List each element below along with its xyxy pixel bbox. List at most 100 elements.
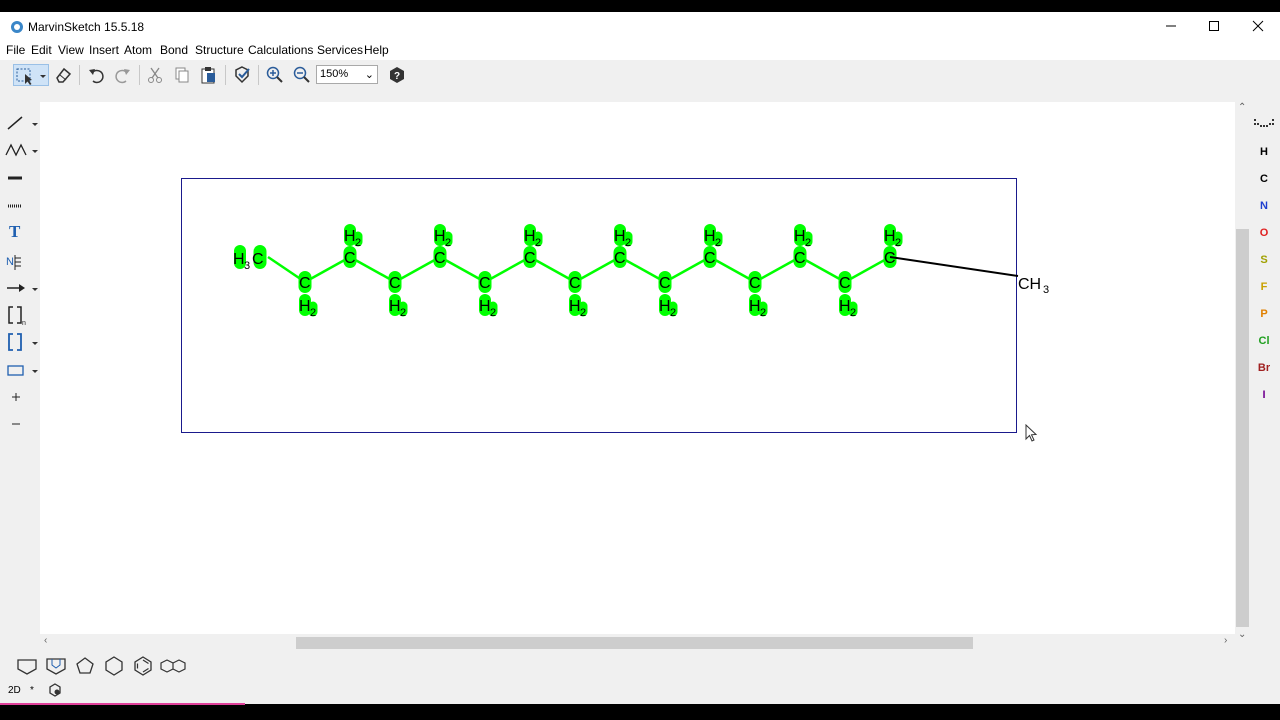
chevron-down-icon: ⌄ <box>364 69 374 81</box>
scroll-left-icon[interactable]: ‹ <box>44 635 47 646</box>
help-icon: ? <box>390 67 404 83</box>
sgroup-bracket-tool[interactable]: n <box>4 304 36 326</box>
redo-icon <box>115 69 130 84</box>
hydrogen-symbol: H <box>434 228 446 245</box>
arrow-tool[interactable] <box>4 277 38 299</box>
scroll-up-icon[interactable]: ⌃ <box>1238 102 1246 113</box>
molecule-drawing: H 3 CCH 2CH 2CH 2CH 2CH 2CH 2CH 2CH 2CH 2CH 2CH 2CH 2C… <box>181 178 1049 433</box>
status-modified-mark: * <box>30 685 34 696</box>
hydrogen-symbol: H <box>569 298 581 315</box>
menu-insert[interactable]: Insert <box>89 43 119 57</box>
eraser-button[interactable] <box>52 64 74 86</box>
maximize-button[interactable] <box>1192 12 1236 41</box>
template-naphthalene[interactable] <box>160 655 186 677</box>
menu-atom[interactable]: Atom <box>124 43 152 57</box>
maximize-icon <box>1209 21 1219 31</box>
element-p-button[interactable]: P <box>1250 308 1278 320</box>
hydrogen-count: 2 <box>760 307 766 319</box>
hydrogen-symbol: H <box>524 228 536 245</box>
marvin-icon <box>11 21 23 33</box>
hydrogen-count: 2 <box>355 237 361 249</box>
chain-tool[interactable] <box>4 139 38 161</box>
atom-label-tool[interactable]: N <box>4 250 36 272</box>
menu-help[interactable]: Help <box>364 43 389 57</box>
element-f-button[interactable]: F <box>1250 281 1278 293</box>
element-br-button[interactable]: Br <box>1250 362 1278 374</box>
horizontal-scroll-thumb[interactable] <box>296 637 973 649</box>
text-tool[interactable]: T <box>4 222 36 244</box>
hydrogen-count: 2 <box>805 237 811 249</box>
scroll-down-icon[interactable]: ⌄ <box>1238 629 1246 640</box>
minus-tool[interactable] <box>4 413 36 435</box>
cut-icon <box>148 67 162 83</box>
clean-button[interactable] <box>231 64 253 86</box>
hydrogen-symbol: H <box>614 228 626 245</box>
bracket-icon <box>8 333 38 351</box>
element-h-button[interactable]: H <box>1250 146 1278 158</box>
paste-button[interactable] <box>198 64 220 86</box>
atom-symbol: H <box>233 251 245 268</box>
template-cyclobutane[interactable] <box>44 655 68 677</box>
horizontal-scrollbar[interactable]: ‹ › <box>40 634 1235 650</box>
rectangle-icon <box>7 365 38 376</box>
minimize-icon <box>1166 25 1176 27</box>
zoom-out-icon <box>293 66 310 83</box>
bracket-tool[interactable] <box>4 331 38 353</box>
zoom-select[interactable]: 150% ⌄ <box>316 65 378 84</box>
atom-subscript: 3 <box>1043 284 1049 296</box>
plus-tool[interactable] <box>4 386 36 408</box>
template-cyclopropane[interactable] <box>15 655 39 677</box>
menu-bond[interactable]: Bond <box>160 43 188 57</box>
menu-calculations[interactable]: Calculations <box>248 43 313 57</box>
menu-view[interactable]: View <box>58 43 84 57</box>
template-cyclohexane[interactable] <box>102 655 126 677</box>
hydrogen-count: 2 <box>580 307 586 319</box>
atom-symbol: C <box>614 250 626 267</box>
element-cl-button[interactable]: Cl <box>1250 335 1278 347</box>
rectangle-tool[interactable] <box>4 359 38 381</box>
element-o-button[interactable]: O <box>1250 227 1278 239</box>
vertical-scrollbar[interactable]: ⌃ ⌄ <box>1235 102 1250 645</box>
menu-services[interactable]: Services <box>317 43 363 57</box>
template-benzene[interactable] <box>131 655 155 677</box>
atom-ch3[interactable]: CH 3 <box>1018 276 1049 296</box>
atom-symbol: C <box>794 250 806 267</box>
atom-symbol: C <box>704 250 716 267</box>
atom-label-icon: N <box>6 255 21 270</box>
element-i-button[interactable]: I <box>1250 389 1278 401</box>
menu-file[interactable]: File <box>6 43 25 57</box>
zoom-in-button[interactable] <box>264 64 286 86</box>
minimize-button[interactable] <box>1149 12 1193 41</box>
element-s-button[interactable]: S <box>1250 254 1278 266</box>
vertical-scroll-thumb[interactable] <box>1236 229 1249 627</box>
element-n-button[interactable]: N <box>1250 200 1278 212</box>
select-button[interactable] <box>13 64 49 86</box>
dashed-bond-tool[interactable] <box>4 193 36 215</box>
help-button[interactable]: ? <box>386 64 408 86</box>
single-bond-tool[interactable] <box>4 112 38 134</box>
bond[interactable] <box>889 256 1019 277</box>
menu-structure[interactable]: Structure <box>195 43 244 57</box>
select-icon <box>16 68 46 85</box>
template-cyclopentane[interactable] <box>73 655 97 677</box>
svg-text:N: N <box>6 256 14 268</box>
scroll-right-icon[interactable]: › <box>1224 635 1227 646</box>
hydrogen-count: 2 <box>850 307 856 319</box>
left-toolbar: T N n <box>0 102 40 647</box>
hydrogen-count: 2 <box>535 237 541 249</box>
element-c-button[interactable]: C <box>1250 173 1278 185</box>
drawing-canvas[interactable]: H3CCH2CH2CH2CH2CH2CH2CH2CH2CH2CH2CH2CH2C… <box>40 102 1235 645</box>
copy-button[interactable] <box>171 64 193 86</box>
atom-symbol: C <box>749 275 761 292</box>
zoom-out-button[interactable] <box>291 64 313 86</box>
sgroup-bracket-icon: n <box>8 306 26 326</box>
bond-type-tool[interactable] <box>4 166 36 188</box>
redo-button[interactable] <box>112 64 134 86</box>
cut-button[interactable] <box>144 64 166 86</box>
close-button[interactable] <box>1236 12 1280 41</box>
window-title: MarvinSketch 15.5.18 <box>28 20 145 34</box>
menu-edit[interactable]: Edit <box>31 43 52 57</box>
undo-button[interactable] <box>85 64 107 86</box>
cyclopentane-icon <box>76 657 94 674</box>
hydrogen-count: 2 <box>625 237 631 249</box>
